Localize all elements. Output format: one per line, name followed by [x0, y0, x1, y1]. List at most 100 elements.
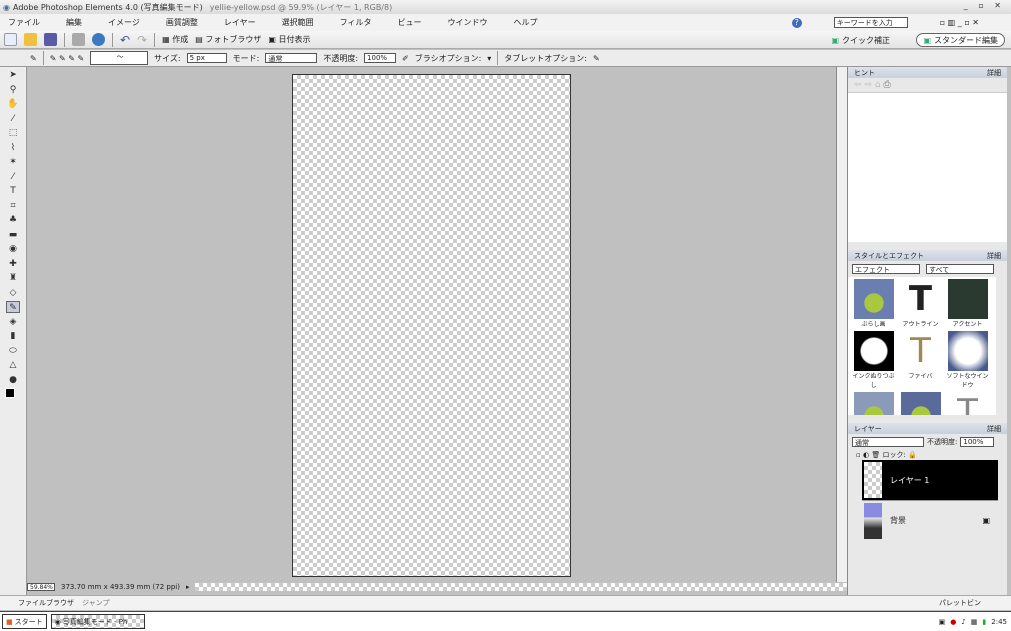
forward-icon[interactable]: ⇨: [864, 80, 872, 90]
blend-mode-select[interactable]: 通常: [852, 437, 924, 447]
brush-options-button[interactable]: ブラシオプション:: [415, 53, 482, 64]
lock-icon[interactable]: 🔒: [908, 451, 917, 459]
panel-divider[interactable]: [848, 415, 1007, 423]
undo-icon[interactable]: ↶: [120, 33, 130, 47]
foreground-color[interactable]: [5, 388, 15, 398]
layer-opacity-field[interactable]: 100%: [960, 437, 995, 447]
back-icon[interactable]: ⇦: [854, 80, 862, 90]
styles-more-button[interactable]: 詳細: [987, 251, 1001, 261]
chevron-down-icon[interactable]: ▾: [487, 54, 491, 63]
start-button[interactable]: ■ スタート: [2, 614, 47, 629]
selection-brush-tool-icon[interactable]: ⁄: [6, 171, 20, 183]
open-folder-icon[interactable]: [24, 33, 37, 46]
pen-icon[interactable]: ✎: [593, 54, 600, 63]
straighten-tool-icon[interactable]: ▬: [6, 229, 20, 241]
size-field[interactable]: 5 px: [186, 53, 227, 63]
tray-icon[interactable]: ♪: [961, 618, 965, 626]
help-search-input[interactable]: キーワードを入力: [833, 17, 908, 28]
red-eye-tool-icon[interactable]: ◉: [6, 243, 20, 255]
horizontal-scrollbar[interactable]: [195, 583, 847, 591]
print-icon[interactable]: [72, 33, 85, 46]
brush-variants-icon[interactable]: ✎ ✎ ✎ ✎: [50, 54, 84, 63]
save-icon[interactable]: [44, 33, 57, 46]
magic-wand-tool-icon[interactable]: ✶: [6, 156, 20, 168]
file-browser-button[interactable]: ファイルブラウザ: [18, 598, 74, 608]
print-icon[interactable]: ⎙: [883, 80, 890, 90]
brush-tool-icon[interactable]: ✎: [30, 54, 37, 63]
move-tool-icon[interactable]: ➤: [6, 69, 20, 81]
menu-help[interactable]: ヘルプ: [513, 17, 537, 28]
crop-tool-icon[interactable]: ⌗: [6, 200, 20, 212]
status-menu-arrow[interactable]: ▸: [186, 583, 190, 591]
style-item[interactable]: ソフトなウインドウ: [944, 331, 991, 389]
eraser-tool-icon[interactable]: ◇: [6, 287, 20, 299]
category-select[interactable]: エフェクト: [852, 264, 920, 274]
layers-panel-header[interactable]: レイヤー 詳細: [848, 423, 1007, 434]
help-icon[interactable]: ?: [791, 17, 802, 28]
style-item[interactable]: [850, 392, 897, 415]
delete-layer-icon[interactable]: 🗑: [871, 451, 880, 459]
brush-preset-picker[interactable]: ～: [90, 51, 149, 65]
tablet-options-button[interactable]: タブレットオプション:: [504, 53, 587, 64]
window-controls[interactable]: _ ▫ ✕: [964, 1, 1005, 10]
cookie-cutter-tool-icon[interactable]: ♣: [6, 214, 20, 226]
quick-fix-tab[interactable]: ▣ クイック補正: [825, 33, 896, 47]
vertical-scrollbar[interactable]: [836, 67, 847, 582]
tray-icon[interactable]: ▦: [971, 618, 978, 626]
new-file-icon[interactable]: [4, 33, 17, 46]
style-item[interactable]: アクセント: [944, 279, 991, 328]
type-tool-icon[interactable]: T: [6, 185, 20, 197]
menu-filter[interactable]: フィルタ: [340, 17, 372, 28]
style-item[interactable]: インクぬりつぶし: [850, 331, 897, 389]
style-item[interactable]: T アウトライン: [897, 279, 944, 328]
color-swatches[interactable]: [5, 388, 26, 406]
paint-bucket-tool-icon[interactable]: ◈: [6, 316, 20, 328]
layer-row[interactable]: レイヤー 1: [862, 460, 998, 500]
tray-icon[interactable]: ▣: [939, 618, 946, 626]
healing-brush-tool-icon[interactable]: ✚: [6, 258, 20, 270]
style-item[interactable]: T ファイバ: [897, 331, 944, 389]
document-canvas[interactable]: [292, 74, 571, 577]
styles-panel-header[interactable]: スタイルとエフェクト 詳細: [848, 250, 1007, 261]
battery-icon[interactable]: ▮: [982, 618, 986, 626]
menu-view[interactable]: ビュー: [397, 17, 421, 28]
layer-row[interactable]: 背景 ▣: [862, 500, 998, 540]
menu-layer[interactable]: レイヤー: [224, 17, 256, 28]
brush-tool-icon[interactable]: ✎: [6, 301, 20, 313]
hand-tool-icon[interactable]: ✋: [6, 98, 20, 110]
menu-file[interactable]: ファイル: [8, 17, 40, 28]
lasso-tool-icon[interactable]: ⌇: [6, 142, 20, 154]
standard-edit-tab[interactable]: ▣ スタンダード編集: [916, 33, 1005, 47]
marquee-tool-icon[interactable]: ⬚: [6, 127, 20, 139]
style-item[interactable]: ぶらし画: [850, 279, 897, 328]
menu-window[interactable]: ウインドウ: [447, 17, 487, 28]
tray-icon[interactable]: ●: [950, 618, 956, 626]
taskbar-item[interactable]: ◉ 写真編集モード - Ph: [50, 614, 145, 629]
eyedropper-tool-icon[interactable]: ⁄: [6, 113, 20, 125]
blur-tool-icon[interactable]: △: [6, 359, 20, 371]
doc-window-controls[interactable]: ▫ ▥ _ ▫ ✕: [940, 18, 979, 27]
menu-select[interactable]: 選択範囲: [282, 17, 314, 28]
online-services-icon[interactable]: [92, 33, 105, 46]
menu-enhance[interactable]: 画質調整: [166, 17, 198, 28]
zoom-tool-icon[interactable]: ⚲: [6, 84, 20, 96]
new-layer-icon[interactable]: ▫: [856, 451, 861, 459]
mode-select[interactable]: 通常: [265, 53, 318, 63]
redo-icon[interactable]: ↷: [137, 33, 147, 47]
layers-more-button[interactable]: 詳細: [987, 424, 1001, 434]
hints-more-button[interactable]: 詳細: [987, 68, 1001, 78]
shape-tool-icon[interactable]: ⬭: [6, 345, 20, 357]
gradient-tool-icon[interactable]: ▮: [6, 330, 20, 342]
zoom-field[interactable]: 59.84%: [27, 583, 55, 591]
filter-select[interactable]: すべて: [926, 264, 994, 274]
date-view-button[interactable]: ▣ 日付表示: [268, 34, 310, 45]
clone-stamp-tool-icon[interactable]: ♜: [6, 272, 20, 284]
style-item[interactable]: T: [944, 392, 991, 415]
create-button[interactable]: ▦ 作成: [162, 34, 188, 45]
menu-image[interactable]: イメージ: [108, 17, 140, 28]
sponge-tool-icon[interactable]: ●: [6, 374, 20, 386]
palette-bin-toggle[interactable]: パレットビン: [939, 598, 981, 608]
opacity-field[interactable]: 100%: [364, 53, 397, 63]
style-item[interactable]: [897, 392, 944, 415]
menu-edit[interactable]: 編集: [66, 17, 82, 28]
